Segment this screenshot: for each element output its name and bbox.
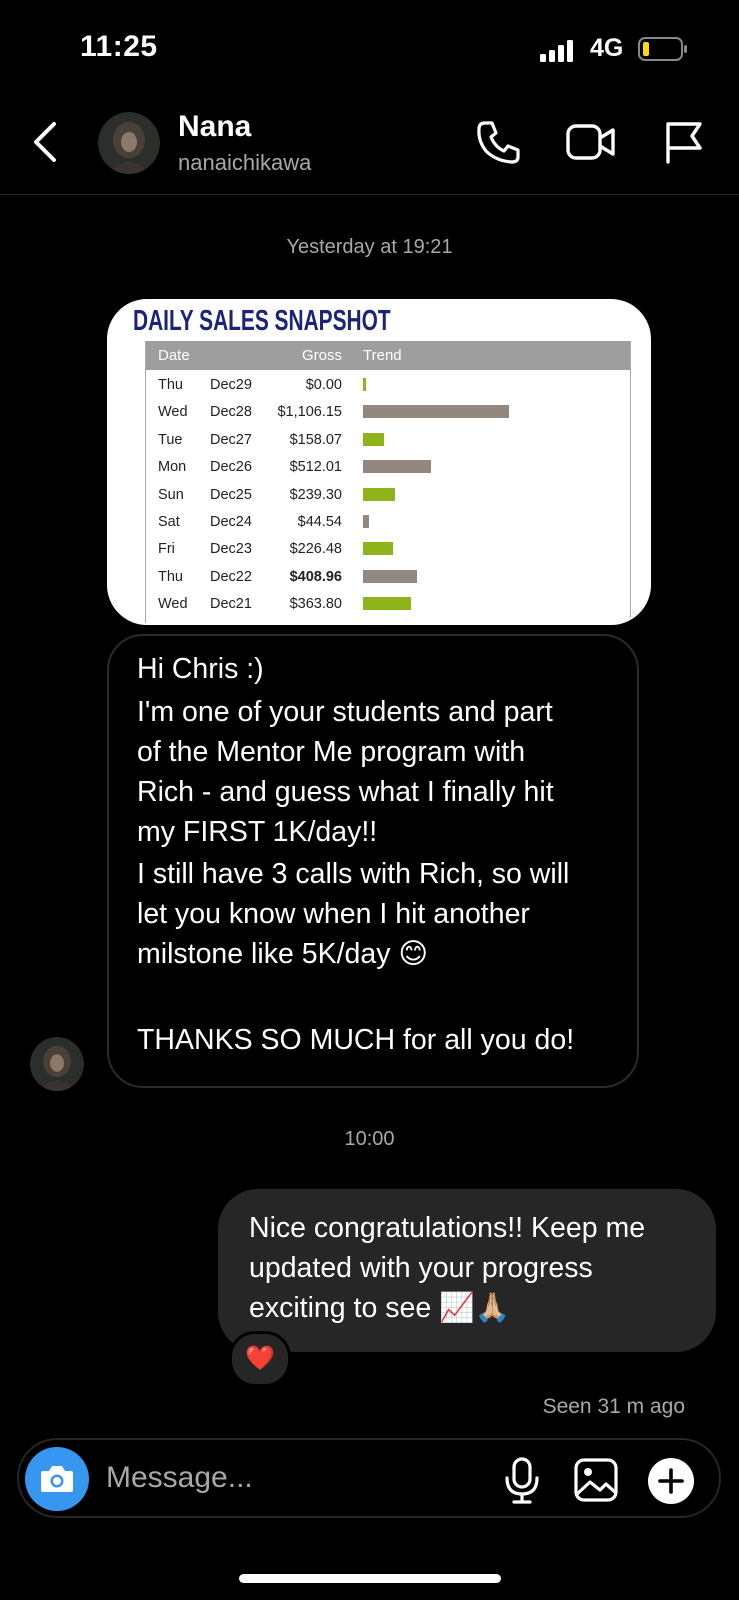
signal-icon <box>540 40 573 62</box>
row-date: Dec24 <box>210 514 252 530</box>
add-button[interactable] <box>648 1458 694 1504</box>
trend-bar <box>363 515 369 528</box>
row-date: Dec27 <box>210 431 252 448</box>
trend-bar <box>363 460 431 474</box>
avatar-image <box>98 112 160 174</box>
avatar-image <box>30 1037 84 1091</box>
row-day: Wed <box>158 404 188 421</box>
row-date: Dec25 <box>210 486 252 503</box>
video-call-icon[interactable] <box>566 120 616 164</box>
microphone-icon[interactable] <box>504 1456 540 1504</box>
row-day: Tue <box>158 431 183 448</box>
back-icon[interactable] <box>30 120 60 164</box>
row-date: Dec22 <box>210 568 252 585</box>
flag-icon[interactable] <box>664 120 704 164</box>
row-gross: $44.54 <box>297 514 342 530</box>
status-time: 11:25 <box>80 30 158 63</box>
sender-avatar[interactable] <box>30 1037 84 1091</box>
message-line: milstone like 5K/day 😊 <box>137 938 429 970</box>
header-divider <box>0 194 739 195</box>
row-date: Dec23 <box>210 541 252 558</box>
table-row: Fri Dec23 $226.48 <box>146 536 630 563</box>
message-line: Hi Chris :) <box>137 653 264 685</box>
row-day: Thu <box>158 377 183 393</box>
table-row: Thu Dec22 $408.96 <box>146 564 630 591</box>
row-date: Dec21 <box>210 596 252 613</box>
row-day: Fri <box>158 541 175 558</box>
trend-bar <box>363 405 509 419</box>
message-line: I still have 3 calls with Rich, so will <box>137 858 570 890</box>
row-day: Sat <box>158 514 180 530</box>
trend-bar <box>363 542 393 556</box>
message-line: THANKS SO MUCH for all you do! <box>137 1024 575 1056</box>
message-line: exciting to see 📈🙏🏼 <box>249 1292 511 1324</box>
table-row: Wed Dec28 $1,106.15 <box>146 399 630 426</box>
message-line: let you know when I hit another <box>137 898 530 930</box>
message-line: updated with your progress <box>249 1252 593 1284</box>
row-gross: $363.80 <box>289 596 342 613</box>
table-row: Sun Dec25 $239.30 <box>146 482 630 509</box>
column-trend: Trend <box>363 347 402 364</box>
row-date: Dec28 <box>210 404 252 421</box>
contact-name[interactable]: Nana <box>178 110 251 144</box>
table-row: Sat Dec24 $44.54 <box>146 509 630 536</box>
trend-bar <box>363 487 395 501</box>
network-label: 4G <box>590 34 624 62</box>
message-line: Nice congratulations!! Keep me <box>249 1212 646 1244</box>
home-indicator <box>239 1574 501 1583</box>
avatar[interactable] <box>98 112 160 174</box>
table-row: Tue Dec27 $158.07 <box>146 427 630 454</box>
table-row: Thu Dec29 $0.00 <box>146 372 630 399</box>
row-gross: $1,106.15 <box>277 404 342 421</box>
camera-button[interactable] <box>25 1447 89 1511</box>
battery-icon <box>638 37 687 61</box>
message-timestamp: 10:00 <box>344 1128 395 1150</box>
contact-username[interactable]: nanaichikawa <box>178 150 311 176</box>
column-date: Date <box>158 347 190 364</box>
seen-status: Seen 31 m ago <box>542 1395 685 1418</box>
row-day: Mon <box>158 459 187 476</box>
row-gross: $239.30 <box>289 486 342 503</box>
table-row: Wed Dec21 $363.80 <box>146 591 630 618</box>
row-day: Wed <box>158 596 188 613</box>
trend-bar <box>363 569 417 583</box>
phone-icon[interactable] <box>476 119 522 165</box>
trend-bar <box>363 597 412 611</box>
table-row: Mon Dec26 $512.01 <box>146 454 630 481</box>
trend-bar <box>363 378 366 391</box>
shared-image[interactable]: DAILY SALES SNAPSHOT Date Gross Trend Th… <box>107 299 651 625</box>
row-gross: $0.00 <box>305 377 342 393</box>
message-input[interactable]: Message... <box>106 1461 253 1495</box>
plus-icon <box>658 1468 684 1494</box>
message-line: I'm one of your students and part <box>137 696 553 728</box>
column-gross: Gross <box>302 347 343 364</box>
sales-table: Date Gross Trend Thu Dec29 $0.00 Wed Dec28 $1… <box>145 341 631 623</box>
message-timestamp: Yesterday at 19:21 <box>286 236 453 258</box>
row-gross: $158.07 <box>289 431 342 448</box>
row-date: Dec26 <box>210 459 252 476</box>
trend-bar <box>363 432 384 446</box>
heart-reaction[interactable]: ❤️ <box>229 1331 291 1387</box>
gallery-icon[interactable] <box>574 1458 618 1502</box>
row-date: Dec29 <box>210 377 252 393</box>
camera-icon <box>41 1466 73 1492</box>
row-day: Thu <box>158 568 183 585</box>
message-line: of the Mentor Me program with <box>137 736 526 768</box>
row-gross: $226.48 <box>289 541 342 558</box>
message-line: Rich - and guess what I finally hit <box>137 776 554 808</box>
image-title: DAILY SALES SNAPSHOT <box>133 305 391 337</box>
row-gross: $512.01 <box>289 459 342 476</box>
message-line: my FIRST 1K/day!! <box>137 816 378 848</box>
table-header: Date Gross Trend <box>146 341 630 370</box>
row-day: Sun <box>158 486 184 503</box>
row-gross: $408.96 <box>289 568 342 585</box>
